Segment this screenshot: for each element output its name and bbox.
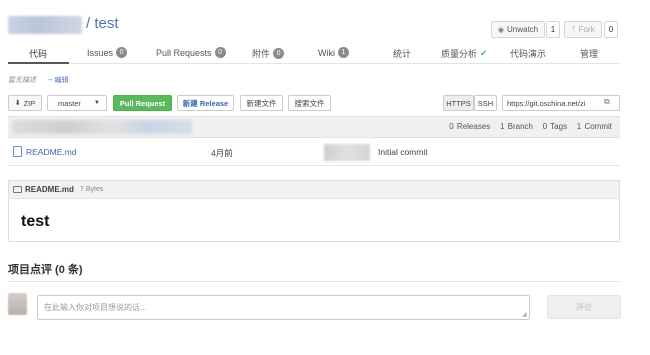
latest-commit-blurred <box>12 120 192 134</box>
edit-description-link[interactable]: -- 编辑 <box>48 75 69 85</box>
eye-icon: ◉ <box>497 26 504 34</box>
commit-message[interactable]: Initial commit <box>378 147 428 157</box>
tab-manage[interactable]: 管理 <box>580 47 598 60</box>
comment-placeholder: 在此输入你对项目想说的话... <box>44 303 147 312</box>
active-tab-indicator <box>8 62 69 64</box>
file-name-link[interactable]: README.md <box>26 147 77 157</box>
tab-label: Issues <box>87 47 114 58</box>
tab-attachments[interactable]: 附件 0 <box>252 47 285 60</box>
tags-count[interactable]: 0 Tags <box>543 122 567 131</box>
tabs-divider <box>8 63 620 64</box>
watch-count[interactable]: 1 <box>546 21 560 38</box>
tab-label: 附件 <box>252 49 271 59</box>
tab-badge: 0 <box>214 47 226 58</box>
tab-badge: 0 <box>273 48 285 59</box>
fork-label: Fork <box>578 25 595 34</box>
unwatch-button[interactable]: ◉ Unwatch <box>491 21 545 38</box>
releases-count[interactable]: 0 Releases <box>449 122 490 131</box>
download-zip-button[interactable]: ⬇ ZIP <box>8 95 42 111</box>
readme-heading: test <box>21 213 50 230</box>
file-icon <box>13 146 22 157</box>
submit-comment-button[interactable]: 评论 <box>547 295 621 319</box>
comments-title: 项目点评 (0 条) <box>8 264 83 276</box>
tab-code[interactable]: 代码 <box>29 47 47 60</box>
resize-handle-icon[interactable]: ◢ <box>522 311 527 318</box>
tab-label: Pull Requests <box>156 47 212 58</box>
download-icon: ⬇ <box>14 100 21 107</box>
fork-icon: ᛘ <box>571 26 576 33</box>
tab-badge: 0 <box>116 47 128 58</box>
tab-stats[interactable]: 统计 <box>393 47 411 60</box>
clone-url-field[interactable]: https://git.oschina.net/zi <box>502 95 620 111</box>
zip-label: ZIP <box>23 98 36 108</box>
comment-input[interactable]: 在此输入你对项目想说的话... <box>37 295 530 320</box>
chevron-down-icon: ▼ <box>94 100 100 106</box>
book-icon <box>13 186 22 193</box>
tab-label: 管理 <box>580 49 599 59</box>
tab-label: 代码演示 <box>510 49 547 59</box>
tab-label: 统计 <box>393 49 412 59</box>
copy-icon[interactable]: ⧉ <box>604 97 610 107</box>
pull-request-button[interactable]: Pull Request <box>113 95 172 111</box>
tab-wiki[interactable]: Wiki 1 <box>318 47 349 58</box>
readme-filename: README.md <box>25 185 74 194</box>
tab-label: 代码 <box>29 49 48 59</box>
branches-count[interactable]: 1 Branch <box>500 122 533 131</box>
fork-button[interactable]: ᛘ Fork <box>564 21 602 38</box>
check-icon: ✔ <box>480 48 488 58</box>
new-file-button[interactable]: 新建文件 <box>240 95 283 111</box>
tab-label: Wiki <box>318 47 335 58</box>
avatar <box>8 293 27 315</box>
comments-divider <box>8 281 620 282</box>
owner-name-blurred[interactable] <box>8 16 82 34</box>
new-release-button[interactable]: 新建 Release <box>177 95 234 111</box>
tab-pull-requests[interactable]: Pull Requests 0 <box>156 47 226 58</box>
file-time: 4月前 <box>211 148 233 158</box>
committer-blurred <box>324 144 370 161</box>
tab-code-demo[interactable]: 代码演示 <box>510 47 546 60</box>
tab-label: 质量分析 <box>441 49 478 59</box>
repo-stats: 0 Releases 1 Branch 0 Tags 1 Commit <box>449 122 612 131</box>
tab-badge: 1 <box>338 47 349 58</box>
unwatch-label: Unwatch <box>506 25 539 34</box>
ssh-toggle[interactable]: SSH <box>474 95 497 111</box>
readme-size: 7 Bytes <box>80 186 104 193</box>
search-file-button[interactable]: 搜索文件 <box>288 95 331 111</box>
repo-title[interactable]: / test <box>86 15 119 32</box>
tab-quality-analysis[interactable]: 质量分析 ✔ <box>441 47 488 60</box>
clone-url-text: https://git.oschina.net/zi <box>507 98 586 108</box>
file-row <box>8 140 620 166</box>
repo-description: 暂无描述 <box>8 77 36 84</box>
https-toggle[interactable]: HTTPS <box>443 95 474 111</box>
branch-select[interactable]: master ▼ <box>47 95 107 111</box>
commits-count[interactable]: 1 Commit <box>577 122 612 131</box>
tab-issues[interactable]: Issues 0 <box>87 47 128 58</box>
fork-count[interactable]: 0 <box>604 21 618 38</box>
branch-label: master <box>58 98 81 108</box>
